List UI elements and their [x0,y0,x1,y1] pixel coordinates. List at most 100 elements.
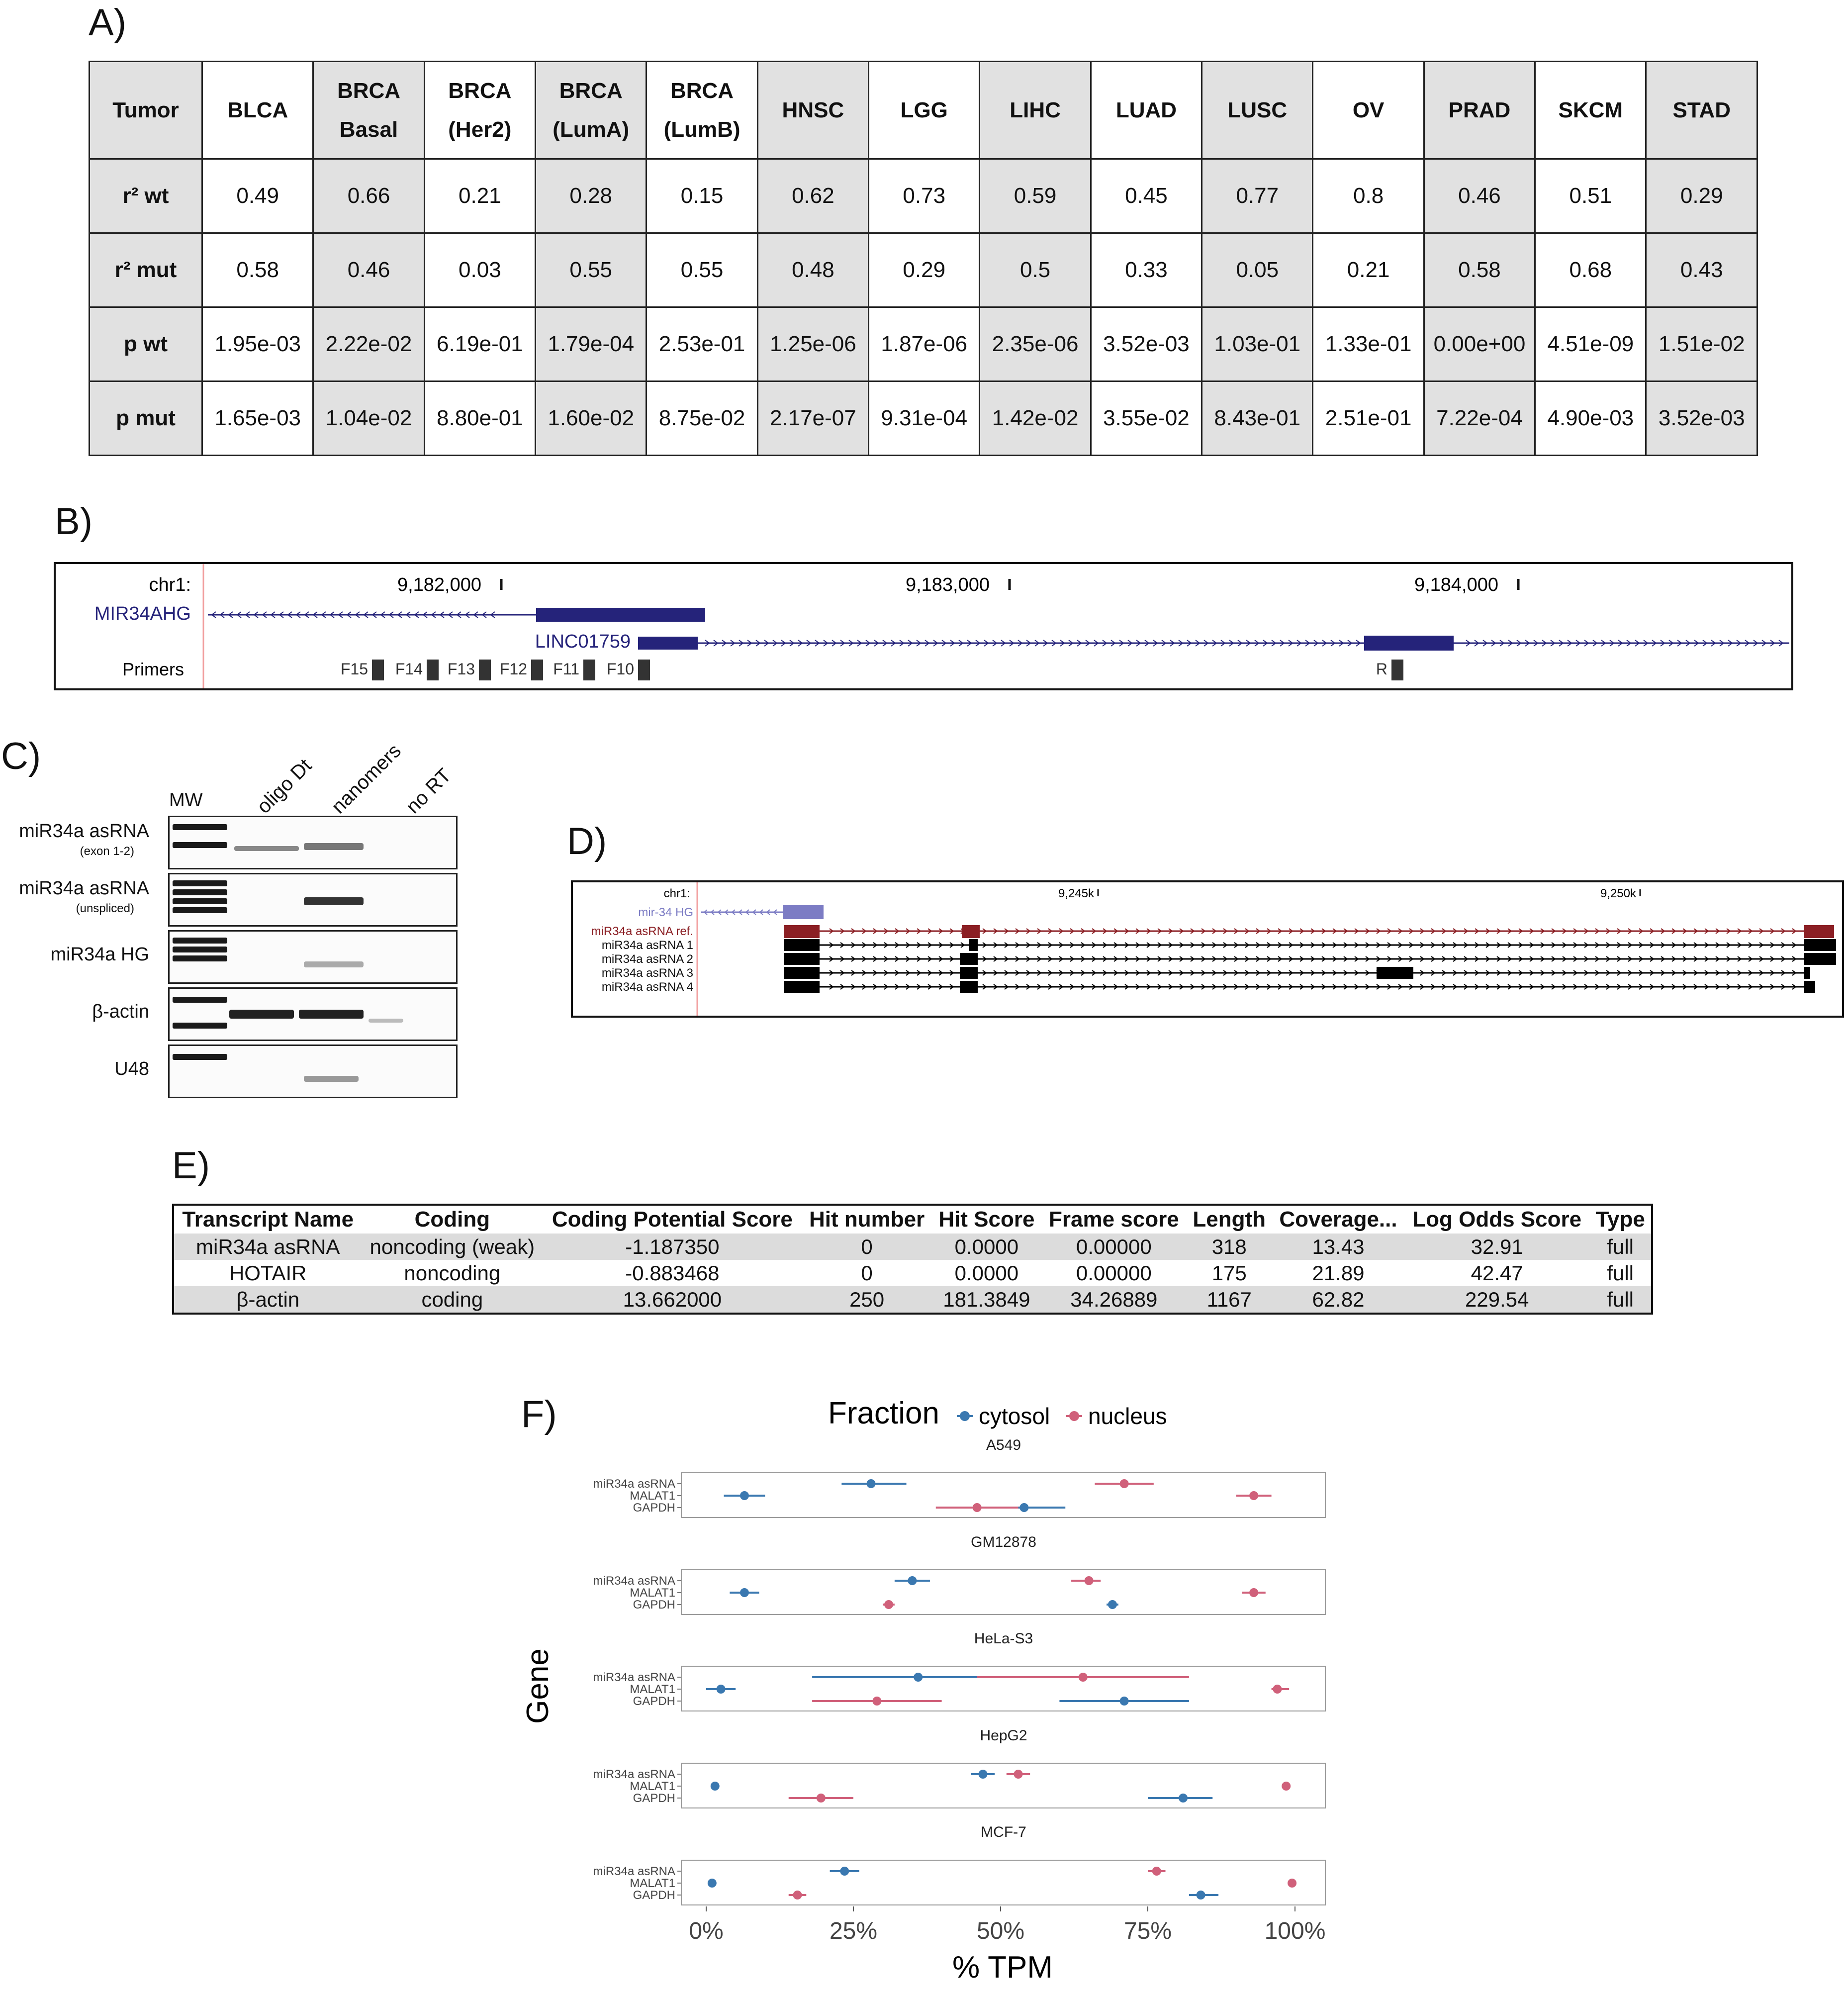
point-cytosol [1108,1600,1117,1609]
table-cell: 181.3849 [931,1286,1042,1314]
gel-band [369,1019,403,1023]
exon-block [960,981,978,993]
table-cell: miR34a asRNA [173,1234,362,1260]
point-nucleus [1014,1770,1023,1779]
gel-ladder [173,935,227,978]
gel-label: miR34a asRNA [19,821,149,842]
panel-letter-d: D) [567,820,607,862]
column-header: STAD [1645,61,1758,160]
primer-label: F10 [607,660,634,678]
facet-title: HepG2 [980,1727,1027,1744]
table-row: p mut 1.65e-03 1.04e-02 8.80e-01 1.60e-02 8.7… [89,380,1758,456]
point-cytosol [914,1673,923,1682]
column-header-line1: LGG [900,97,948,122]
point-cytosol [1019,1503,1029,1512]
table-cell: 0.43 [1645,232,1758,308]
table-cell: 2.51e-01 [1312,380,1425,456]
table-cell: 0.45 [1090,158,1203,234]
column-header: Length [1193,1207,1266,1232]
gel-sublabel: (unspliced) [76,902,134,915]
table-cell: coding [362,1286,543,1314]
facet-title: HeLa-S3 [974,1630,1033,1647]
point-nucleus [1249,1588,1259,1597]
primer-label: F13 [448,660,475,678]
point-cytosol [840,1867,849,1876]
localization-chart: Fraction cytosol nucleusA549miR34a asRNAMA… [521,1396,1326,1985]
table-cell: noncoding [404,1261,501,1285]
column-header: Coding [414,1207,490,1232]
gel-band [173,1054,227,1060]
primer-label: R [1376,660,1387,678]
gene-tick-label: GAPDH [633,1598,675,1612]
table-row: p wt 1.95e-03 2.22e-02 6.19e-01 1.79e-04 2.53… [89,306,1758,382]
gene-label-mir34ahg: MIR34AHG [94,603,191,624]
panel-letter-b: B) [55,500,92,543]
primer-label: F12 [500,660,527,678]
gel-ladder [173,1049,227,1093]
column-header-line1: LIHC [1010,97,1061,122]
table-cell: 34.26889 [1041,1286,1187,1314]
column-header: BRCA (LumA) [535,61,647,160]
point-cytosol [739,1491,749,1500]
point-cytosol [739,1588,749,1597]
table-cell: 0.48 [756,232,870,308]
row-header: p mut [89,380,203,456]
table-cell: 0.49 [201,158,314,234]
table-cell: 0.73 [868,158,981,234]
point-nucleus [793,1891,802,1899]
point-cytosol [1179,1794,1188,1803]
table-cell: 0.58 [201,232,314,308]
gel-label: miR34a asRNA [19,878,149,899]
primer-mark [583,660,595,680]
exon-block [1804,953,1836,965]
facet-panel [681,1860,1326,1905]
primer-label: F15 [341,660,368,678]
point-nucleus [1084,1576,1094,1585]
gene-tick-label: MALAT1 [630,1489,675,1503]
gel-image [168,1044,458,1098]
table-cell: 0.0000 [954,1261,1019,1285]
table-cell: 0.00000 [1041,1234,1187,1260]
table-cell: 0.55 [535,232,647,308]
table-cell: 0.0000 [931,1234,1042,1260]
table-cell: 13.662000 [543,1286,802,1314]
table-cell: -1.187350 [543,1234,802,1260]
table-cell: 175 [1211,1261,1247,1285]
gene-tick-label: GAPDH [633,1889,675,1902]
table-cell: 1.03e-01 [1201,306,1314,382]
table-cell: 13.43 [1272,1234,1405,1260]
exon-block [960,967,978,979]
point-cytosol [716,1685,726,1694]
track-label: miR34a asRNA ref. [591,925,693,938]
exon-block [784,925,820,938]
primer-mark [638,660,650,680]
table-cell: 0.77 [1201,158,1314,234]
gene-tick-label: miR34a asRNA [593,1768,675,1781]
table-cell: 1.95e-03 [201,306,314,382]
legend-swatch-nucleus [1069,1411,1079,1421]
point-cytosol [1196,1891,1205,1899]
point-nucleus [1273,1685,1282,1694]
table-cell: 1167 [1186,1286,1272,1314]
column-header-line2: (LumB) [663,117,740,142]
table-cell: 32.91 [1404,1234,1590,1260]
gel-band [304,1076,359,1082]
gel-image [168,873,458,927]
table-cell: 0.55 [646,232,758,308]
table-cell: 0 [802,1234,932,1260]
table-cell: 6.19e-01 [423,306,537,382]
point-cytosol [710,1782,720,1791]
table-cell: full [1607,1261,1634,1285]
column-header: LUAD [1090,61,1203,160]
gene-label-linc01759: LINC01759 [535,631,631,652]
table-cell: 4.90e-03 [1534,380,1647,456]
column-header: BLCA [201,61,314,160]
column-header-line1: LUSC [1227,97,1288,122]
table-cell: 0.68 [1534,232,1647,308]
exon-block [784,939,820,951]
gel-ladder [173,820,227,864]
column-header-line1: LUAD [1115,97,1177,122]
table-cell: 0.29 [868,232,981,308]
facet-title: A549 [986,1437,1021,1453]
gene-tick-label: MALAT1 [630,1780,675,1793]
